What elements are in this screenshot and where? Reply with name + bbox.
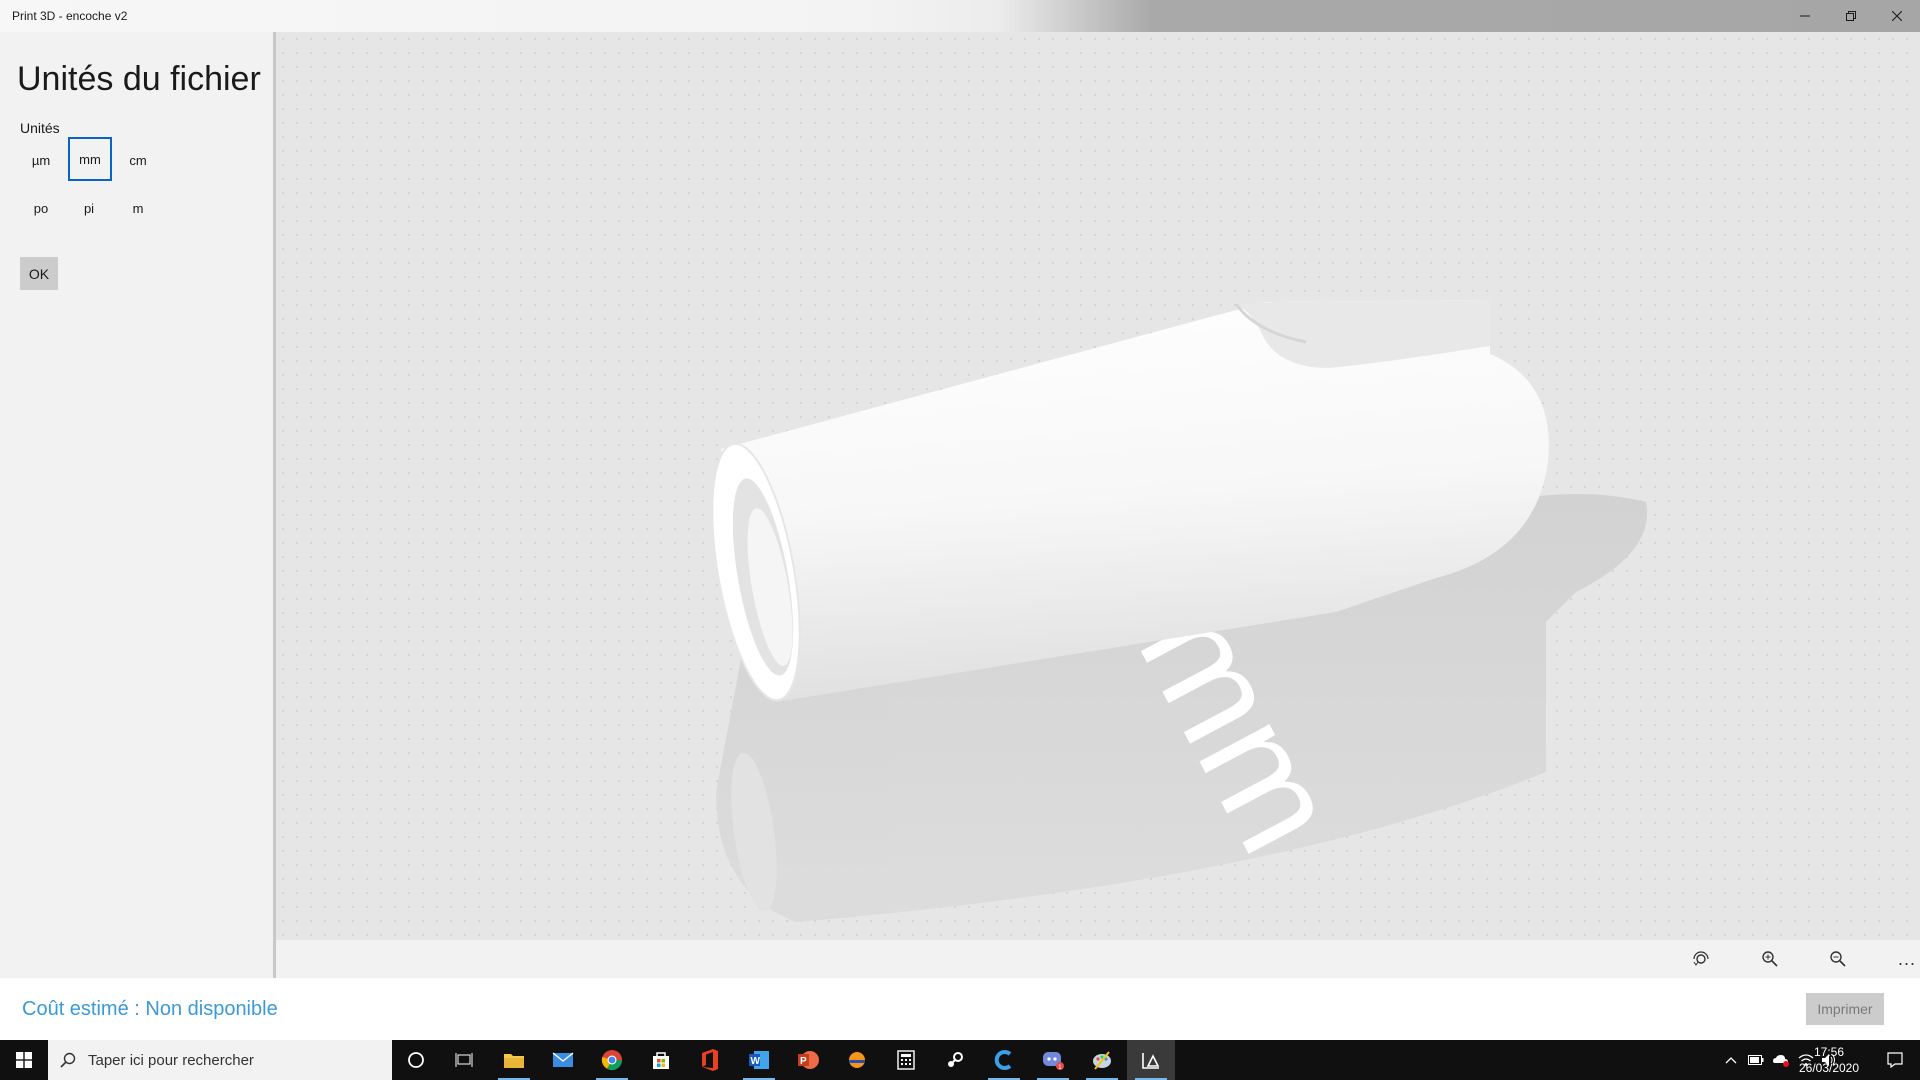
mail-icon	[552, 1052, 574, 1067]
minimize-icon	[1800, 15, 1810, 17]
title-bar: Print 3D - encoche v2	[0, 0, 1920, 32]
cortana-icon	[408, 1052, 424, 1068]
taskbar-calculator[interactable]	[882, 1040, 930, 1080]
search-icon	[48, 1052, 88, 1068]
window-title: Print 3D - encoche v2	[12, 9, 128, 23]
clock-date: 26/03/2020	[1798, 1061, 1860, 1075]
minimize-button[interactable]	[1782, 0, 1828, 32]
task-view-icon	[455, 1053, 473, 1067]
close-button[interactable]	[1874, 0, 1920, 32]
zoom-out-icon[interactable]	[1827, 948, 1849, 970]
word-icon: W	[749, 1051, 769, 1069]
clock-time: 17:56	[1813, 1045, 1845, 1059]
taskbar-discord[interactable]: 1	[1029, 1040, 1077, 1080]
taskbar-steam[interactable]	[931, 1040, 979, 1080]
taskbar-chrome[interactable]	[588, 1040, 636, 1080]
taskbar-powerpoint[interactable]: P	[784, 1040, 832, 1080]
windows-logo-icon	[16, 1052, 32, 1068]
3d-model: mm	[711, 300, 1648, 922]
show-hidden-icons-icon[interactable]	[1722, 1052, 1740, 1068]
window-controls	[1782, 0, 1920, 32]
office-icon	[702, 1049, 718, 1071]
panel-title: Unités du fichier	[17, 60, 261, 98]
unit-m-button[interactable]: m	[117, 187, 159, 229]
ok-button[interactable]: OK	[20, 257, 58, 290]
onedrive-error-icon[interactable]	[1772, 1052, 1790, 1068]
more-options-icon[interactable]: ...	[1896, 948, 1918, 970]
taskbar-word[interactable]: W	[735, 1040, 783, 1080]
taskbar-app-orange[interactable]	[833, 1040, 881, 1080]
taskbar-file-explorer[interactable]	[490, 1040, 538, 1080]
action-center-icon[interactable]	[1886, 1052, 1904, 1068]
taskbar: Taper ici pour rechercher W P 1 17:56 26…	[0, 1040, 1920, 1080]
store-icon	[653, 1052, 669, 1069]
c-app-icon	[994, 1050, 1012, 1070]
zoom-in-icon[interactable]	[1759, 948, 1781, 970]
taskbar-office[interactable]	[686, 1040, 734, 1080]
taskbar-store[interactable]	[637, 1040, 685, 1080]
battery-icon[interactable]	[1747, 1052, 1765, 1068]
reset-view-icon[interactable]	[1690, 948, 1712, 970]
svg-text:W: W	[751, 1056, 761, 1067]
taskbar-clock[interactable]: 17:56 26/03/2020	[1794, 1044, 1864, 1076]
taskbar-paint[interactable]	[1078, 1040, 1126, 1080]
taskbar-print3d[interactable]	[1127, 1040, 1175, 1080]
file-units-panel: Unités du fichier Unités µm mm cm po pi …	[0, 32, 273, 978]
svg-text:P: P	[800, 1056, 807, 1067]
app-disc-icon	[849, 1052, 865, 1068]
print-button[interactable]: Imprimer	[1806, 993, 1884, 1025]
steam-icon	[948, 1052, 963, 1067]
calculator-icon	[897, 1050, 915, 1070]
task-view-button[interactable]	[440, 1040, 488, 1080]
3d-viewport[interactable]: mm	[276, 32, 1920, 940]
estimated-cost-text: Coût estimé : Non disponible	[22, 998, 278, 1020]
folder-icon	[504, 1054, 524, 1068]
unit-cm-button[interactable]: cm	[117, 139, 159, 181]
units-label: Unités	[20, 120, 60, 136]
taskbar-mail[interactable]	[539, 1040, 587, 1080]
taskbar-ccleaner[interactable]	[980, 1040, 1028, 1080]
cortana-button[interactable]	[392, 1040, 440, 1080]
cost-bar: Coût estimé : Non disponible Imprimer	[0, 978, 1920, 1040]
discord-icon: 1	[1043, 1052, 1064, 1071]
unit-um-button[interactable]: µm	[20, 139, 62, 181]
restore-button[interactable]	[1828, 0, 1874, 32]
close-icon	[1892, 11, 1902, 21]
powerpoint-icon: P	[798, 1051, 819, 1069]
print-3d-icon	[1142, 1053, 1160, 1069]
unit-mm-button[interactable]: mm	[68, 137, 112, 181]
restore-icon	[1846, 11, 1856, 21]
unit-po-button[interactable]: po	[20, 187, 62, 229]
viewport-toolbar: ...	[276, 940, 1920, 978]
chrome-icon	[601, 1050, 623, 1071]
search-placeholder: Taper ici pour rechercher	[88, 1051, 254, 1069]
paint-palette-icon	[1093, 1051, 1111, 1070]
taskbar-search[interactable]: Taper ici pour rechercher	[48, 1040, 392, 1080]
unit-pi-button[interactable]: pi	[68, 187, 110, 229]
start-button[interactable]	[0, 1040, 48, 1080]
